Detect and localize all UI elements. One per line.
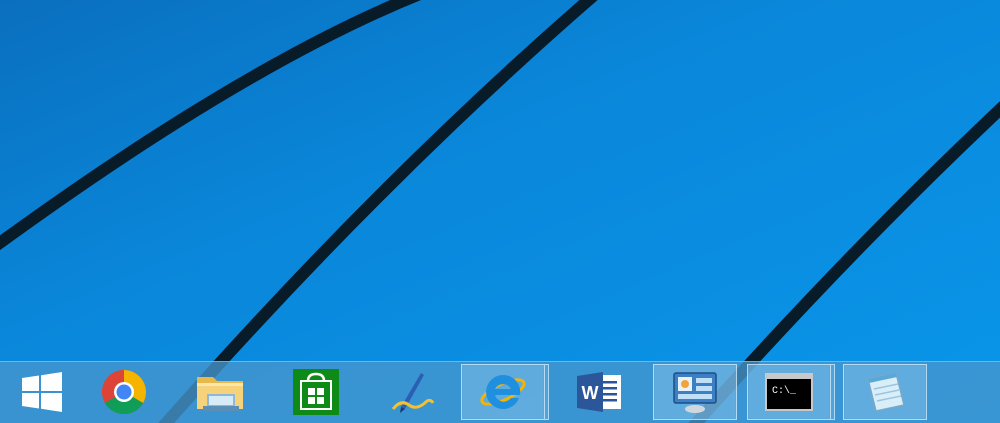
folder-icon [197, 377, 243, 411]
taskbar: W C:\_ [0, 361, 1000, 423]
chrome-icon [102, 370, 146, 414]
chrome-button[interactable] [82, 364, 166, 420]
command-prompt-stack-edge [831, 364, 835, 420]
store-bag-icon [293, 369, 339, 415]
control-panel-icon [673, 372, 717, 413]
cmd-prompt-glyph: C:\_ [772, 385, 797, 397]
control-panel-button[interactable] [653, 364, 737, 420]
start-button[interactable] [0, 364, 84, 420]
word-icon: W [577, 372, 621, 412]
command-prompt-icon: C:\_ [765, 373, 813, 411]
internet-explorer-icon [480, 374, 526, 409]
notepad-icon [867, 372, 905, 412]
command-prompt-button[interactable]: C:\_ [747, 364, 831, 420]
windows-logo-icon [22, 372, 62, 412]
file-explorer-button[interactable] [178, 364, 262, 420]
wallpaper-lines [0, 0, 1000, 423]
store-button[interactable] [274, 364, 358, 420]
desktop: W C:\_ [0, 0, 1000, 423]
internet-explorer-button[interactable] [461, 364, 545, 420]
journal-button[interactable] [370, 364, 454, 420]
notepad-button[interactable] [843, 364, 927, 420]
pen-icon [391, 373, 435, 413]
internet-explorer-stack-edge [545, 364, 549, 420]
wallpaper-background [0, 0, 1000, 423]
word-button[interactable]: W [558, 364, 642, 420]
word-glyph: W [582, 383, 599, 403]
